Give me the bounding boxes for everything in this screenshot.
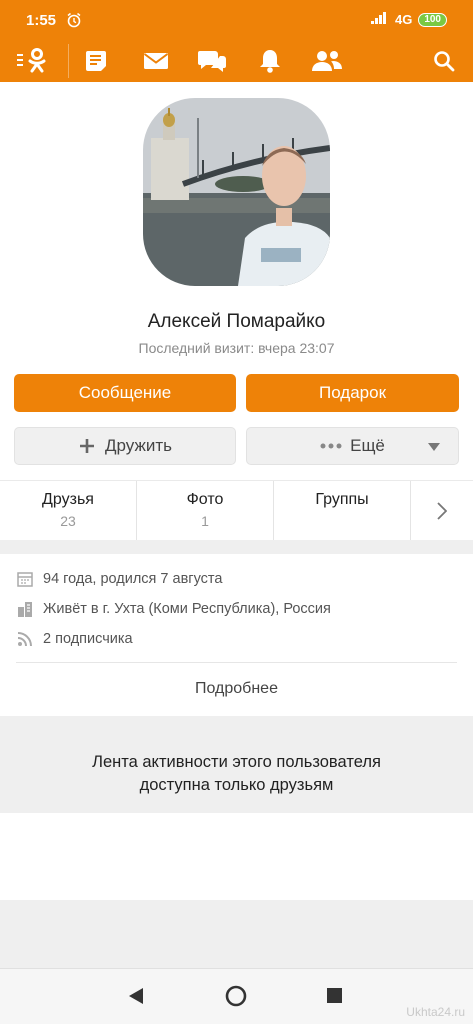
tabs-next-button[interactable] — [411, 481, 473, 541]
more-details-link[interactable]: Подробнее — [0, 680, 473, 698]
section-separator — [0, 540, 473, 554]
battery-indicator: 100 — [418, 12, 447, 27]
more-actions-button[interactable]: Ещё — [246, 427, 459, 465]
feed-notice-line2: доступна только друзьям — [139, 776, 334, 794]
status-time: 1:55 — [26, 12, 57, 29]
message-button[interactable]: Сообщение — [14, 374, 236, 412]
notifications-button[interactable] — [252, 44, 288, 78]
status-bar: 1:55 4G 100 — [0, 0, 473, 40]
messages-button[interactable] — [138, 44, 174, 78]
more-actions-label: Ещё — [350, 436, 385, 455]
people-icon — [312, 51, 342, 71]
ok-logo-icon — [17, 48, 46, 73]
feed-icon — [86, 51, 106, 71]
tab-count: 23 — [60, 513, 76, 529]
location-text: Живёт в г. Ухта (Коми Республика), Росси… — [43, 601, 331, 617]
tab-label: Группы — [315, 491, 369, 508]
search-button[interactable] — [426, 44, 462, 78]
profile-tabs: Друзья 23 Фото 1 Группы — [0, 480, 473, 541]
tab-groups[interactable]: Группы — [274, 481, 411, 541]
profile-name: Алексей Помарайко — [147, 311, 326, 332]
network-type: 4G — [394, 12, 413, 27]
chevron-right-icon — [437, 502, 447, 520]
last-visit: Последний визит: вчера 23:07 — [138, 340, 335, 356]
system-nav-bar — [0, 968, 473, 1024]
signal-icon — [370, 12, 389, 27]
add-friend-button[interactable]: Дружить — [14, 427, 236, 465]
tab-friends[interactable]: Друзья 23 — [0, 481, 137, 541]
envelope-icon — [143, 53, 169, 69]
header-divider — [68, 44, 69, 78]
friends-button[interactable] — [309, 44, 345, 78]
app-header — [0, 40, 473, 82]
building-icon — [16, 601, 33, 618]
bell-icon — [260, 50, 280, 73]
home-icon[interactable] — [225, 985, 247, 1012]
feed-button[interactable] — [80, 44, 116, 78]
bottom-spacer — [0, 900, 473, 968]
gift-button[interactable]: Подарок — [246, 374, 459, 412]
plus-icon — [80, 439, 94, 453]
recents-icon[interactable] — [327, 988, 342, 1008]
feed-notice-line1: Лента активности этого пользователя — [92, 753, 381, 771]
discussions-button[interactable] — [194, 44, 230, 78]
tab-label: Друзья — [42, 491, 94, 508]
dropdown-arrow-icon — [428, 443, 440, 451]
menu-logo-button[interactable] — [14, 44, 50, 78]
feed-restricted-notice: Лента активности этого пользователя дост… — [0, 716, 473, 813]
profile-photo — [143, 98, 330, 286]
tab-count: 1 — [201, 513, 209, 529]
rss-icon — [16, 631, 33, 648]
info-age: 94 года, родился 7 августа — [16, 569, 222, 589]
chat-bubbles-icon — [198, 51, 226, 72]
dots-icon — [320, 443, 342, 449]
add-friend-label: Дружить — [105, 436, 172, 455]
alarm-icon — [66, 12, 82, 33]
info-followers[interactable]: 2 подписчика — [16, 629, 133, 649]
divider — [16, 662, 457, 663]
avatar[interactable] — [143, 98, 330, 286]
tab-label: Фото — [186, 491, 224, 508]
age-text: 94 года, родился 7 августа — [43, 571, 223, 587]
info-location: Живёт в г. Ухта (Коми Республика), Росси… — [16, 599, 331, 619]
search-icon — [434, 51, 455, 72]
followers-text: 2 подписчика — [43, 631, 133, 647]
tab-photos[interactable]: Фото 1 — [137, 481, 274, 541]
calendar-icon — [16, 571, 33, 588]
back-icon[interactable] — [128, 987, 144, 1010]
watermark: Ukhta24.ru — [406, 1005, 465, 1019]
